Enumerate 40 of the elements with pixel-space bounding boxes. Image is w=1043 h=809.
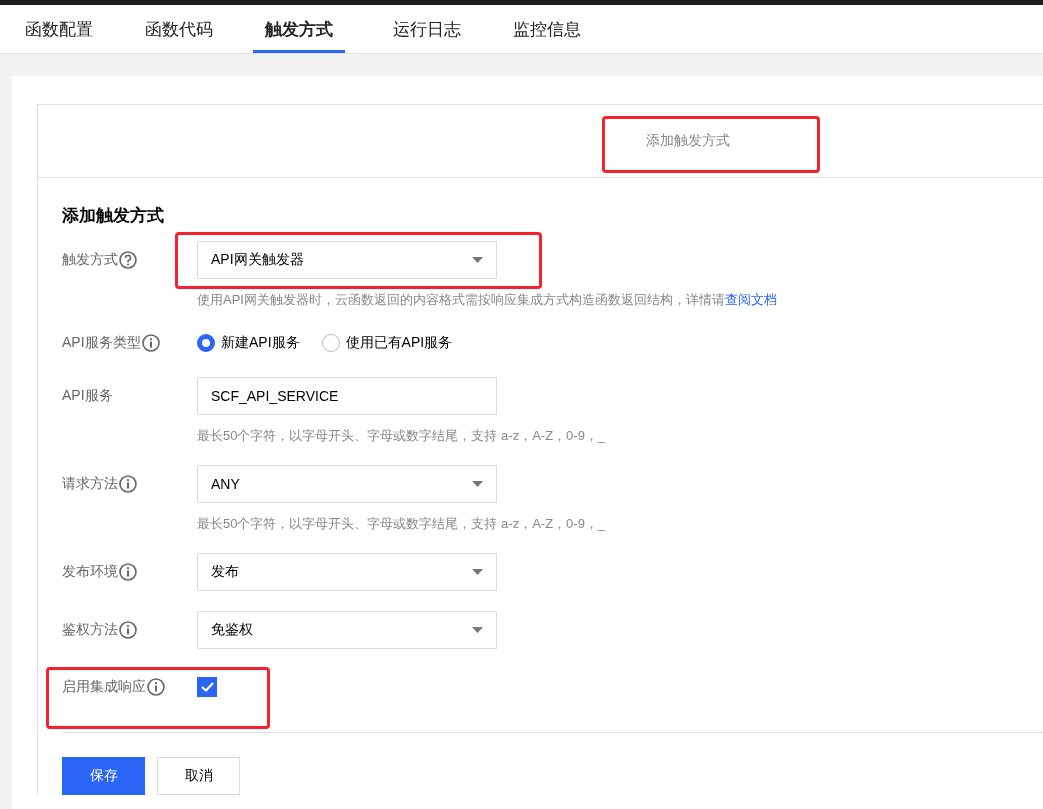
field-label: 请求方法 [62,475,118,493]
dropdown-select[interactable]: ANY [197,465,497,503]
caret-icon [472,569,483,575]
docs-link[interactable]: 查阅文档 [724,292,777,307]
help-icon[interactable] [119,251,137,269]
field-label: 鉴权方法 [62,621,118,639]
field-hint: 最长50个字符，以字母开头、字母或数字结尾，支持 a-z，A-Z，0-9，_ [197,427,607,445]
text-input[interactable]: SCF_API_SERVICE [197,377,497,415]
tab[interactable]: 监控信息 [501,8,621,53]
checkmark-icon [200,682,214,692]
cancel-button[interactable]: 取消 [157,757,240,795]
info-icon[interactable] [147,678,165,696]
dropdown-select[interactable]: 发布 [197,553,497,591]
info-icon[interactable] [141,334,160,352]
radio-circle[interactable] [197,334,215,352]
tab[interactable]: 触发方式 [253,8,345,53]
field-label: 发布环境 [62,563,118,581]
add-trigger-bar[interactable]: 添加触发方式 [37,104,1043,178]
field-label: 触发方式 [62,251,118,269]
dropdown-select[interactable]: 免鉴权 [197,611,497,649]
form-title: 添加触发方式 [62,205,165,227]
field-label: API服务类型 [62,334,141,352]
save-button[interactable]: 保存 [62,757,145,795]
field-hint: 最长50个字符，以字母开头、字母或数字结尾，支持 a-z，A-Z，0-9，_ [197,515,607,533]
tab[interactable]: 函数配置 [13,8,133,53]
info-icon[interactable] [119,563,137,581]
info-icon[interactable] [119,621,137,639]
caret-icon [472,257,483,263]
info-icon[interactable] [119,475,137,493]
field-label: API服务 [62,387,113,405]
radio-option[interactable]: 新建API服务 [197,334,300,352]
field-hint: 使用API网关触发器时，云函数返回的内容格式需按响应集成方式构造函数返回结构，详情请查阅文档 [197,291,778,309]
tab[interactable]: 运行日志 [381,8,501,53]
checkbox[interactable] [197,677,217,697]
caret-icon [472,627,483,633]
tab[interactable]: 函数代码 [133,8,253,53]
radio-option[interactable]: 使用已有API服务 [321,334,453,352]
caret-icon [472,481,483,487]
field-label: 启用集成响应 [62,678,146,696]
dropdown-select[interactable]: API网关触发器 [197,241,497,279]
